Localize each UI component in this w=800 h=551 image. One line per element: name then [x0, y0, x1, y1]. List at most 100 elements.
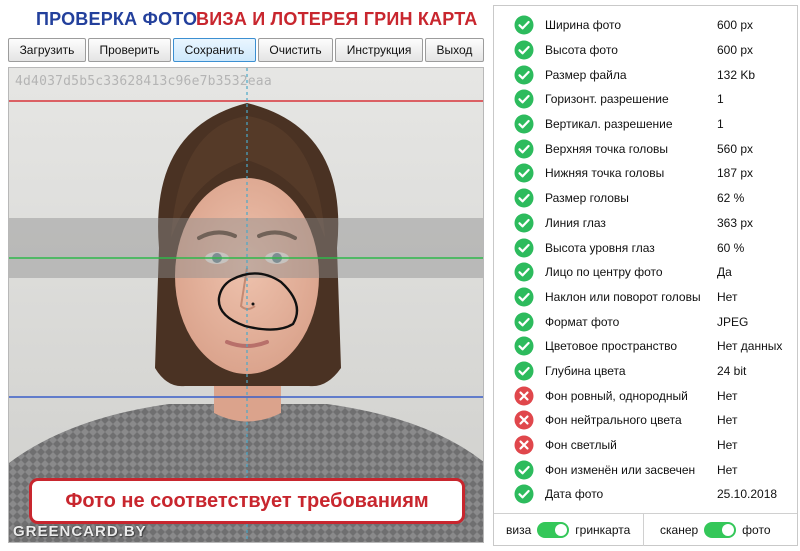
check-pass-icon [514, 114, 534, 134]
check-list: Ширина фото 600 px Высота фото 600 px Размер… [494, 13, 797, 507]
check-label: Фон светлый [545, 438, 617, 453]
check-fail-icon [514, 386, 534, 406]
check-row: Наклон или поворот головы Нет [494, 285, 797, 310]
check-value: 1 [717, 117, 724, 132]
check-value: 560 px [717, 141, 754, 156]
toggle-label-scanner: сканер [660, 523, 699, 537]
check-value: Нет [717, 413, 738, 428]
exit-button[interactable]: Выход [424, 38, 484, 62]
portrait-photo [9, 68, 483, 542]
check-value: 132 Kb [717, 67, 756, 82]
check-value: Нет [717, 289, 738, 304]
check-pass-icon [514, 139, 534, 159]
save-button[interactable]: Сохранить [173, 38, 256, 62]
check-value: 1 [717, 92, 724, 107]
scanner-photo-toggle-group: сканер фото [644, 514, 771, 546]
check-value: 24 bit [717, 363, 747, 378]
check-pass-icon [514, 361, 534, 381]
check-row: Фон изменён или засвечен Нет [494, 457, 797, 482]
check-label: Формат фото [545, 314, 620, 329]
check-label: Цветовое пространство [545, 339, 678, 354]
check-pass-icon [514, 40, 534, 60]
watermark: GREENCARD.BY [13, 523, 147, 540]
toggle-label-greencard: гринкарта [575, 523, 631, 537]
visa-greencard-toggle-group: виза гринкарта [494, 514, 644, 546]
check-label: Высота фото [545, 43, 618, 58]
check-row: Цветовое пространство Нет данных [494, 334, 797, 359]
check-row: Высота фото 600 px [494, 38, 797, 63]
check-button[interactable]: Проверить [87, 38, 172, 62]
check-row: Фон светлый Нет [494, 433, 797, 458]
check-pass-icon [514, 312, 534, 332]
check-value: 187 px [717, 166, 754, 181]
check-row: Фон ровный, однородный Нет [494, 383, 797, 408]
check-row: Фон нейтрального цвета Нет [494, 408, 797, 433]
check-label: Размер головы [545, 191, 629, 206]
check-label: Фон изменён или засвечен [545, 462, 696, 477]
photo-preview[interactable]: 4d4037d5b5c33628413c96e7b3532eaa Фото не… [8, 67, 484, 543]
check-label: Фон ровный, однородный [545, 388, 688, 403]
check-row: Лицо по центру фото Да [494, 260, 797, 285]
check-value: Нет [717, 438, 738, 453]
check-row: Горизонт. разрешение 1 [494, 87, 797, 112]
instructions-button[interactable]: Инструкция [335, 38, 423, 62]
check-pass-icon [514, 460, 534, 480]
check-pass-icon [514, 262, 534, 282]
check-label: Горизонт. разрешение [545, 92, 669, 107]
check-results-panel: Ширина фото 600 px Высота фото 600 px Размер… [493, 5, 798, 546]
mode-toggles: виза гринкарта сканер фото [494, 513, 797, 546]
check-row: Глубина цвета 24 bit [494, 359, 797, 384]
switch-knob [555, 524, 568, 536]
check-label: Линия глаз [545, 215, 606, 230]
check-pass-icon [514, 65, 534, 85]
check-pass-icon [514, 287, 534, 307]
check-value: 62 % [717, 191, 745, 206]
app-title: ПРОВЕРКА ФОТО ВИЗА И ЛОТЕРЕЯ ГРИН КАРТА [0, 9, 490, 31]
check-pass-icon [514, 89, 534, 109]
check-pass-icon [514, 163, 534, 183]
visa-greencard-switch[interactable] [537, 522, 570, 538]
scanner-photo-switch[interactable] [704, 522, 737, 538]
check-label: Дата фото [545, 487, 604, 502]
toggle-label-visa: виза [506, 523, 532, 537]
check-row: Нижняя точка головы 187 px [494, 161, 797, 186]
check-fail-icon [514, 435, 534, 455]
check-row: Вертикал. разрешение 1 [494, 112, 797, 137]
check-value: 60 % [717, 240, 745, 255]
check-row: Формат фото JPEG [494, 309, 797, 334]
check-row: Размер головы 62 % [494, 186, 797, 211]
check-label: Размер файла [545, 67, 627, 82]
check-label: Ширина фото [545, 18, 622, 33]
check-value: 600 px [717, 43, 754, 58]
check-value: Нет данных [717, 339, 783, 354]
check-row: Ширина фото 600 px [494, 13, 797, 38]
check-row: Высота уровня глаз 60 % [494, 235, 797, 260]
check-label: Верхняя точка головы [545, 141, 669, 156]
check-row: Линия глаз 363 px [494, 211, 797, 236]
title-part-check-photo: ПРОВЕРКА ФОТО [36, 9, 198, 29]
check-pass-icon [514, 188, 534, 208]
title-part-visa-lottery: ВИЗА И ЛОТЕРЕЯ ГРИН КАРТА [196, 9, 478, 29]
check-row: Размер файла 132 Kb [494, 62, 797, 87]
clear-button[interactable]: Очистить [257, 38, 334, 62]
toolbar: Загрузить Проверить Сохранить Очистить И… [8, 38, 484, 62]
check-fail-icon [514, 410, 534, 430]
verdict-banner: Фото не соответствует требованиям [29, 478, 465, 524]
check-label: Фон нейтрального цвета [545, 413, 682, 428]
check-label: Нижняя точка головы [545, 166, 665, 181]
check-value: Нет [717, 388, 738, 403]
check-pass-icon [514, 336, 534, 356]
switch-knob [722, 524, 735, 536]
check-pass-icon [514, 213, 534, 233]
check-label: Высота уровня глаз [545, 240, 655, 255]
check-pass-icon [514, 15, 534, 35]
check-value: Нет [717, 462, 738, 477]
load-button[interactable]: Загрузить [8, 38, 86, 62]
check-label: Лицо по центру фото [545, 265, 663, 280]
check-row: Дата фото 25.10.2018 [494, 482, 797, 507]
check-value: 363 px [717, 215, 754, 230]
photo-hash: 4d4037d5b5c33628413c96e7b3532eaa [15, 74, 272, 89]
toggle-label-photo: фото [742, 523, 771, 537]
check-pass-icon [514, 238, 534, 258]
check-row: Верхняя точка головы 560 px [494, 136, 797, 161]
